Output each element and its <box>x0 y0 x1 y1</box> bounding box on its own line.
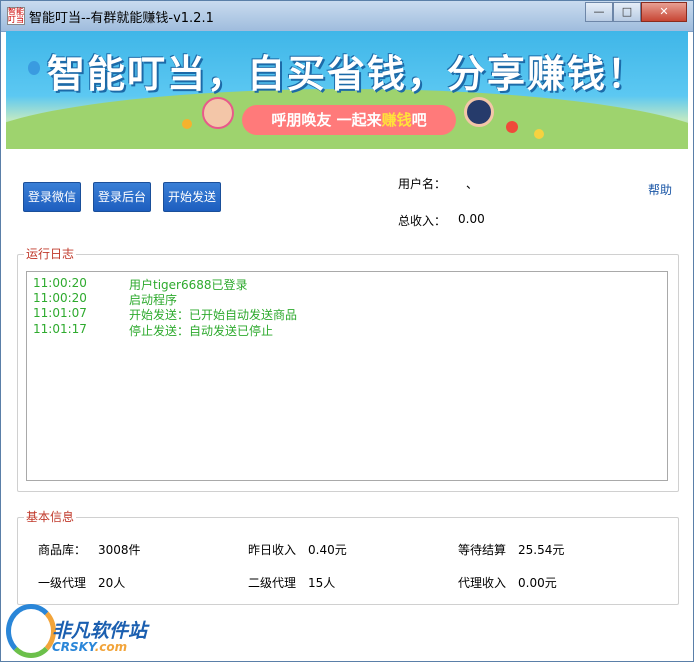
watermark-en: CRSKY.com <box>52 640 127 654</box>
close-button[interactable]: ✕ <box>641 2 687 22</box>
log-title: 运行日志 <box>24 247 77 261</box>
log-group: 运行日志 11:00:20 用户tiger6688已登录 11:00:20 启动程序… <box>17 247 679 492</box>
agent-income-label: 代理收入 <box>458 576 507 590</box>
level1-agent-value: 20人 <box>98 576 126 590</box>
banner-headline: 智能叮当，自买省钱，分享赚钱！ <box>46 51 647 96</box>
watermark-brand: CRSKY <box>52 640 95 654</box>
app-icon: 智能叮当 <box>7 7 25 25</box>
total-income-value: 0.00 <box>458 212 485 226</box>
minimize-button[interactable]: — <box>585 2 613 22</box>
title-bar[interactable]: 智能叮当 智能叮当--有群就能赚钱-v1.2.1 — □ ✕ <box>1 1 693 32</box>
main-panel: 登录微信 登录后台 开始发送 用户名： 、 总收入： 0.00 帮助 运行日志 … <box>6 149 688 657</box>
child-figure-icon <box>464 97 494 127</box>
pending-settlement-label: 等待结算 <box>458 543 507 557</box>
tagline-text: 呼朋唤友 一起来 <box>271 111 382 129</box>
pending-settlement-value: 25.54元 <box>518 543 565 557</box>
tagline-end: 吧 <box>411 111 427 129</box>
agent-income-value: 0.00元 <box>518 576 557 590</box>
yesterday-income-value: 0.40元 <box>308 543 347 557</box>
yesterday-income-label: 昨日收入 <box>248 543 297 557</box>
level2-agent-label: 二级代理 <box>248 576 297 590</box>
total-income-label: 总收入： <box>398 214 447 228</box>
start-send-button[interactable]: 开始发送 <box>163 182 221 212</box>
log-message: 开始发送：已开始自动发送商品 <box>129 308 298 322</box>
product-library-label: 商品库： <box>38 543 87 557</box>
product-library-value: 3008件 <box>98 543 141 557</box>
level1-agent-label: 一级代理 <box>38 576 87 590</box>
username-label: 用户名： <box>398 177 447 191</box>
log-time: 11:00:20 <box>33 276 87 290</box>
log-time: 11:00:20 <box>33 291 87 305</box>
maximize-button[interactable]: □ <box>613 2 641 22</box>
window-title: 智能叮当--有群就能赚钱-v1.2.1 <box>29 11 214 26</box>
login-wechat-button[interactable]: 登录微信 <box>23 182 81 212</box>
window-controls: — □ ✕ <box>585 2 687 22</box>
basic-info-group: 基本信息 商品库： 3008件 昨日收入 0.40元 等待结算 25.54元 一… <box>17 510 679 605</box>
watermark-domain: .com <box>94 640 128 654</box>
app-window: 智能叮当 智能叮当--有群就能赚钱-v1.2.1 — □ ✕ 智能叮当，自买省钱… <box>0 0 694 662</box>
username-value: 、 <box>466 177 479 191</box>
watermark-cn: 非凡软件站 <box>52 620 148 642</box>
log-time: 11:01:17 <box>33 322 87 336</box>
log-message: 停止发送：自动发送已停止 <box>129 324 274 338</box>
log-list[interactable]: 11:00:20 用户tiger6688已登录 11:00:20 启动程序 11:0… <box>26 271 668 481</box>
tagline-highlight: 赚钱 <box>381 111 412 129</box>
watermark-logo: 非凡软件站 CRSKY.com <box>0 598 160 660</box>
child-figure-icon <box>202 97 234 129</box>
child-figure-icon <box>182 119 192 129</box>
help-link[interactable]: 帮助 <box>648 181 672 198</box>
log-time: 11:01:07 <box>33 306 87 320</box>
basic-info-title: 基本信息 <box>24 510 77 524</box>
child-figure-icon <box>534 129 544 139</box>
watermark-swirl-icon <box>6 604 56 658</box>
child-figure-icon <box>506 121 518 133</box>
login-admin-button[interactable]: 登录后台 <box>93 182 151 212</box>
level2-agent-value: 15人 <box>308 576 336 590</box>
banner-tagline: 呼朋唤友 一起来赚钱吧 <box>242 105 456 135</box>
promo-banner: 智能叮当，自买省钱，分享赚钱！ 呼朋唤友 一起来赚钱吧 <box>6 31 688 149</box>
